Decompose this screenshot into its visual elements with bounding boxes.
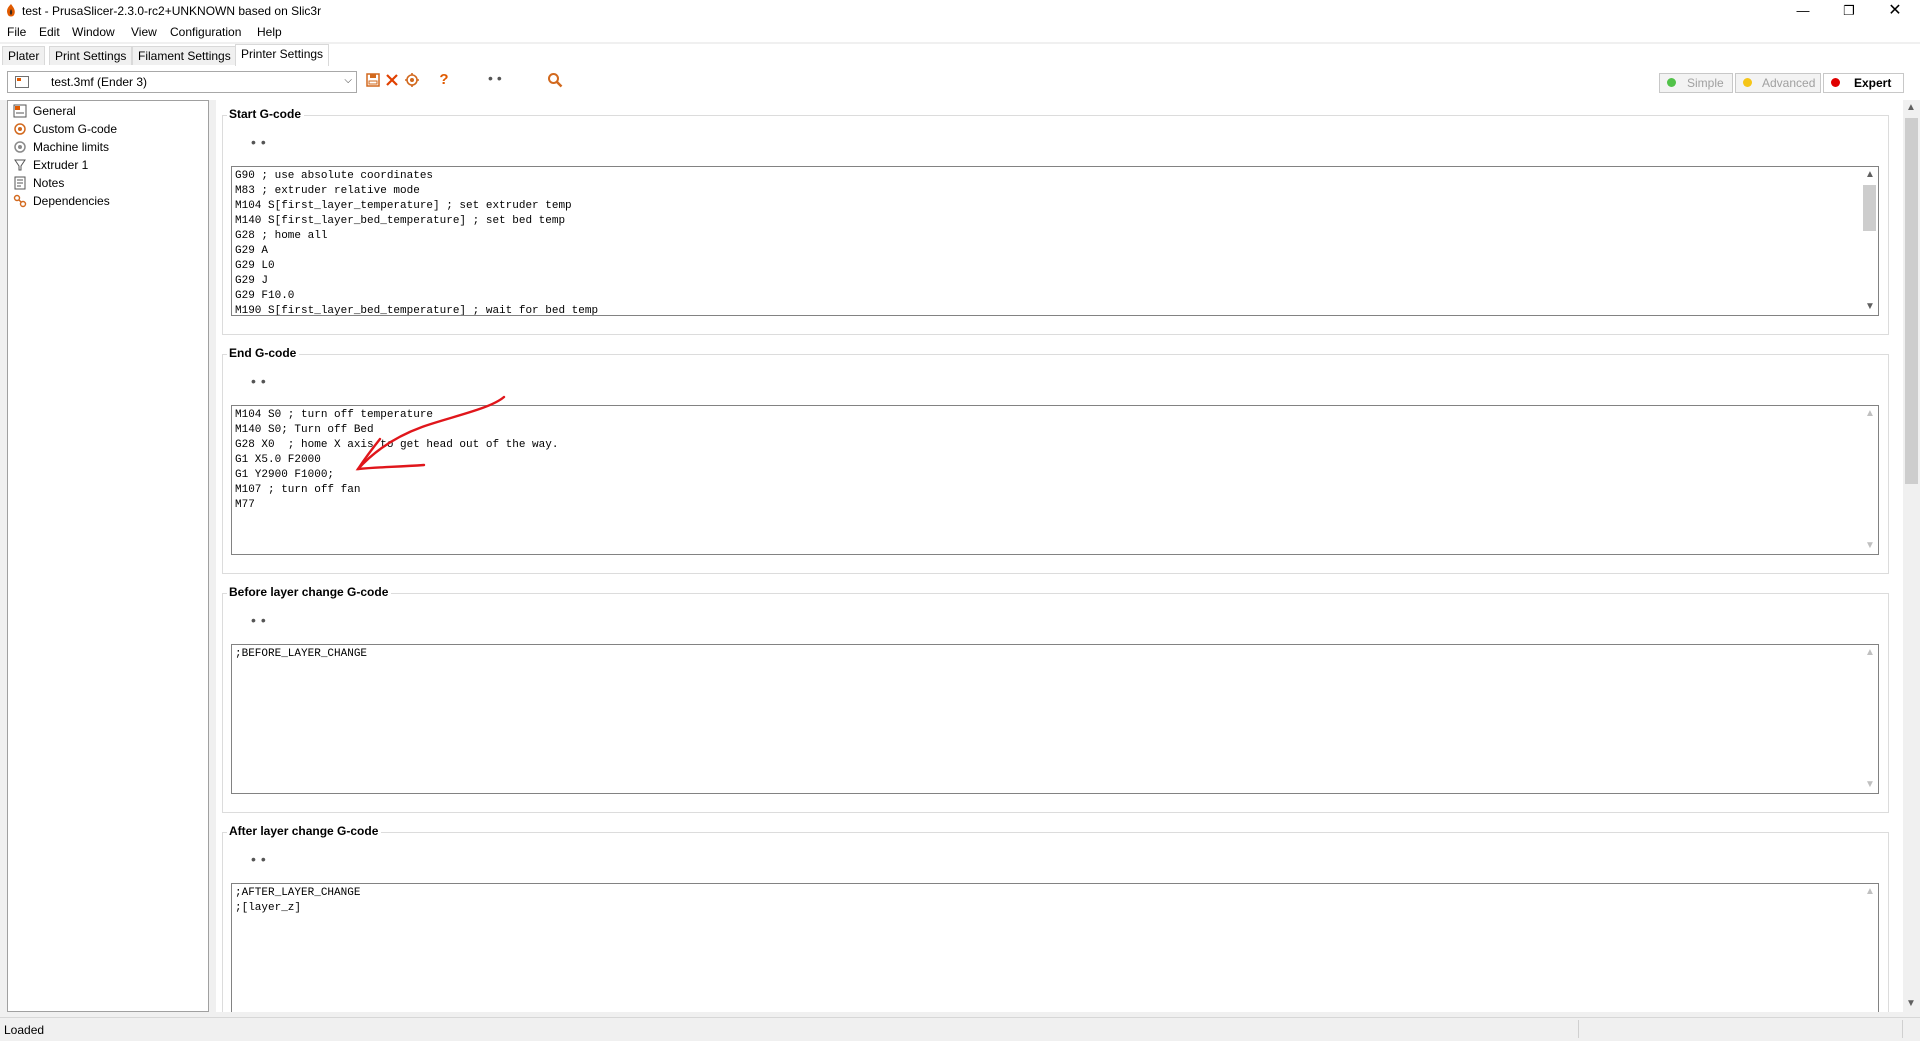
menu-window[interactable]: Window bbox=[72, 25, 115, 39]
section-dots: •• bbox=[251, 134, 271, 150]
start-gcode-editor[interactable]: G90 ; use absolute coordinates M83 ; ext… bbox=[231, 166, 1879, 316]
gcode-icon bbox=[14, 123, 26, 135]
menu-file[interactable]: File bbox=[7, 25, 26, 39]
printer-preset-value: test.3mf (Ender 3) bbox=[51, 75, 148, 89]
section-title: End G-code bbox=[227, 346, 300, 360]
mode-simple-button[interactable]: Simple bbox=[1659, 73, 1733, 93]
scroll-down-arrow[interactable]: ▼ bbox=[1865, 301, 1875, 312]
menu-bar: File Edit Window View Configuration Help bbox=[0, 22, 1920, 42]
code-line: G29 L0 bbox=[235, 260, 275, 272]
printer-preset-select[interactable]: test.3mf (Ender 3) ⌵ bbox=[7, 71, 357, 93]
save-icon[interactable] bbox=[365, 72, 381, 88]
page-scrollbar[interactable]: ▲ ▼ bbox=[1903, 100, 1920, 1012]
code-line: M104 S0 ; turn off temperature bbox=[235, 409, 434, 421]
code-line: G90 ; use absolute coordinates bbox=[235, 170, 434, 182]
delete-icon[interactable] bbox=[384, 72, 400, 88]
cog-icon bbox=[14, 141, 26, 153]
code-line: M140 S[first_layer_bed_temperature] ; se… bbox=[235, 215, 566, 227]
code-line: G28 X0 ; home X axis to get head out of … bbox=[235, 439, 559, 451]
scroll-down-arrow[interactable]: ▼ bbox=[1865, 540, 1875, 551]
code-line: M140 S0; Turn off Bed bbox=[235, 424, 374, 436]
code-line: ;BEFORE_LAYER_CHANGE bbox=[235, 648, 368, 660]
custom-gcode-page: Start G-code •• G90 ; use absolute coord… bbox=[216, 100, 1903, 1012]
end-gcode-editor[interactable]: M104 S0 ; turn off temperature M140 S0; … bbox=[231, 405, 1879, 555]
editor-scrollbar[interactable]: ▲ ▼ bbox=[1861, 884, 1878, 1012]
menu-help[interactable]: Help bbox=[257, 25, 282, 39]
code-line: G28 ; home all bbox=[235, 230, 328, 242]
chevron-down-icon: ⌵ bbox=[344, 75, 352, 86]
code-line: G29 F10.0 bbox=[235, 290, 295, 302]
section-dots: •• bbox=[251, 373, 271, 389]
expert-dot-icon bbox=[1831, 78, 1840, 87]
dependencies-icon bbox=[13, 194, 27, 208]
code-line: G1 X5.0 F2000 bbox=[235, 454, 321, 466]
section-title: After layer change G-code bbox=[227, 824, 382, 838]
editor-scrollbar[interactable]: ▲ ▼ bbox=[1861, 406, 1878, 554]
code-line: M83 ; extruder relative mode bbox=[235, 185, 420, 197]
tab-filament-settings[interactable]: Filament Settings bbox=[132, 46, 237, 65]
simple-dot-icon bbox=[1667, 78, 1676, 87]
code-line: M77 bbox=[235, 499, 255, 511]
window-title: test - PrusaSlicer-2.3.0-rc2+UNKNOWN bas… bbox=[22, 4, 322, 18]
scroll-up-arrow[interactable]: ▲ bbox=[1865, 886, 1875, 897]
close-button[interactable]: ✕ bbox=[1872, 0, 1918, 22]
search-icon[interactable] bbox=[547, 72, 563, 88]
code-line: G1 Y2900 F1000; bbox=[235, 469, 335, 481]
section-title: Start G-code bbox=[227, 107, 305, 121]
scrollbar-thumb[interactable] bbox=[1905, 118, 1918, 484]
scroll-up-arrow[interactable]: ▲ bbox=[1906, 102, 1916, 113]
after-layer-change-gcode-section: After layer change G-code •• ;AFTER_LAYE… bbox=[222, 824, 1889, 1012]
toolbar: test.3mf (Ender 3) ⌵ ? •• Simple Advance… bbox=[0, 66, 1920, 100]
printer-preset-icon bbox=[15, 76, 29, 88]
status-divider bbox=[1578, 1020, 1579, 1038]
title-bar: test - PrusaSlicer-2.3.0-rc2+UNKNOWN bas… bbox=[0, 0, 1920, 22]
scroll-down-arrow[interactable]: ▼ bbox=[1865, 779, 1875, 790]
start-gcode-section: Start G-code •• G90 ; use absolute coord… bbox=[222, 107, 1889, 335]
scroll-up-arrow[interactable]: ▲ bbox=[1865, 169, 1875, 180]
mode-advanced-button[interactable]: Advanced bbox=[1735, 73, 1821, 93]
menu-edit[interactable]: Edit bbox=[39, 25, 60, 39]
tab-print-settings[interactable]: Print Settings bbox=[49, 46, 133, 65]
editor-scrollbar[interactable]: ▲ ▼ bbox=[1861, 645, 1878, 793]
scrollbar-thumb[interactable] bbox=[1863, 185, 1876, 231]
end-gcode-section: End G-code •• M104 S0 ; turn off tempera… bbox=[222, 346, 1889, 574]
status-bar: Loaded bbox=[0, 1017, 1920, 1041]
menu-view[interactable]: View bbox=[131, 25, 157, 39]
before-layer-change-gcode-section: Before layer change G-code •• ;BEFORE_LA… bbox=[222, 585, 1889, 813]
help-icon[interactable]: ? bbox=[436, 72, 452, 88]
scroll-up-arrow[interactable]: ▲ bbox=[1865, 408, 1875, 419]
before-layer-change-gcode-editor[interactable]: ;BEFORE_LAYER_CHANGE ▲ ▼ bbox=[231, 644, 1879, 794]
code-line: M190 S[first_layer_bed_temperature] ; wa… bbox=[235, 305, 599, 316]
code-line: M104 S[first_layer_temperature] ; set ex… bbox=[235, 200, 572, 212]
section-title: Before layer change G-code bbox=[227, 585, 392, 599]
notes-icon bbox=[14, 176, 26, 190]
compare-icon[interactable] bbox=[404, 72, 420, 88]
toolbar-dots: •• bbox=[488, 70, 506, 86]
section-dots: •• bbox=[251, 851, 271, 867]
settings-page-tree: General Custom G-code Machine limits Ext… bbox=[7, 100, 209, 1012]
status-text: Loaded bbox=[4, 1023, 45, 1037]
tab-bar: Plater Print Settings Filament Settings … bbox=[0, 44, 1920, 67]
extruder-icon bbox=[14, 159, 26, 171]
code-line: ;[layer_z] bbox=[235, 902, 302, 914]
code-line: ;AFTER_LAYER_CHANGE bbox=[235, 887, 361, 899]
after-layer-change-gcode-editor[interactable]: ;AFTER_LAYER_CHANGE ;[layer_z] ▲ ▼ bbox=[231, 883, 1879, 1012]
code-line: G29 A bbox=[235, 245, 269, 257]
editor-scrollbar[interactable]: ▲ ▼ bbox=[1861, 167, 1878, 315]
tab-printer-settings[interactable]: Printer Settings bbox=[235, 44, 330, 66]
scroll-down-arrow[interactable]: ▼ bbox=[1906, 998, 1916, 1009]
minimize-button[interactable]: — bbox=[1780, 0, 1826, 22]
code-line: M107 ; turn off fan bbox=[235, 484, 361, 496]
mode-expert-button[interactable]: Expert bbox=[1823, 73, 1904, 93]
tab-plater[interactable]: Plater bbox=[2, 46, 46, 65]
code-line: G29 J bbox=[235, 275, 269, 287]
advanced-dot-icon bbox=[1743, 78, 1752, 87]
menu-configuration[interactable]: Configuration bbox=[170, 25, 241, 39]
printer-icon bbox=[13, 104, 27, 118]
scroll-up-arrow[interactable]: ▲ bbox=[1865, 647, 1875, 658]
status-divider bbox=[1902, 1020, 1903, 1038]
maximize-button[interactable]: ❐ bbox=[1826, 0, 1872, 22]
section-dots: •• bbox=[251, 612, 271, 628]
prusaslicer-logo-icon bbox=[7, 4, 15, 17]
